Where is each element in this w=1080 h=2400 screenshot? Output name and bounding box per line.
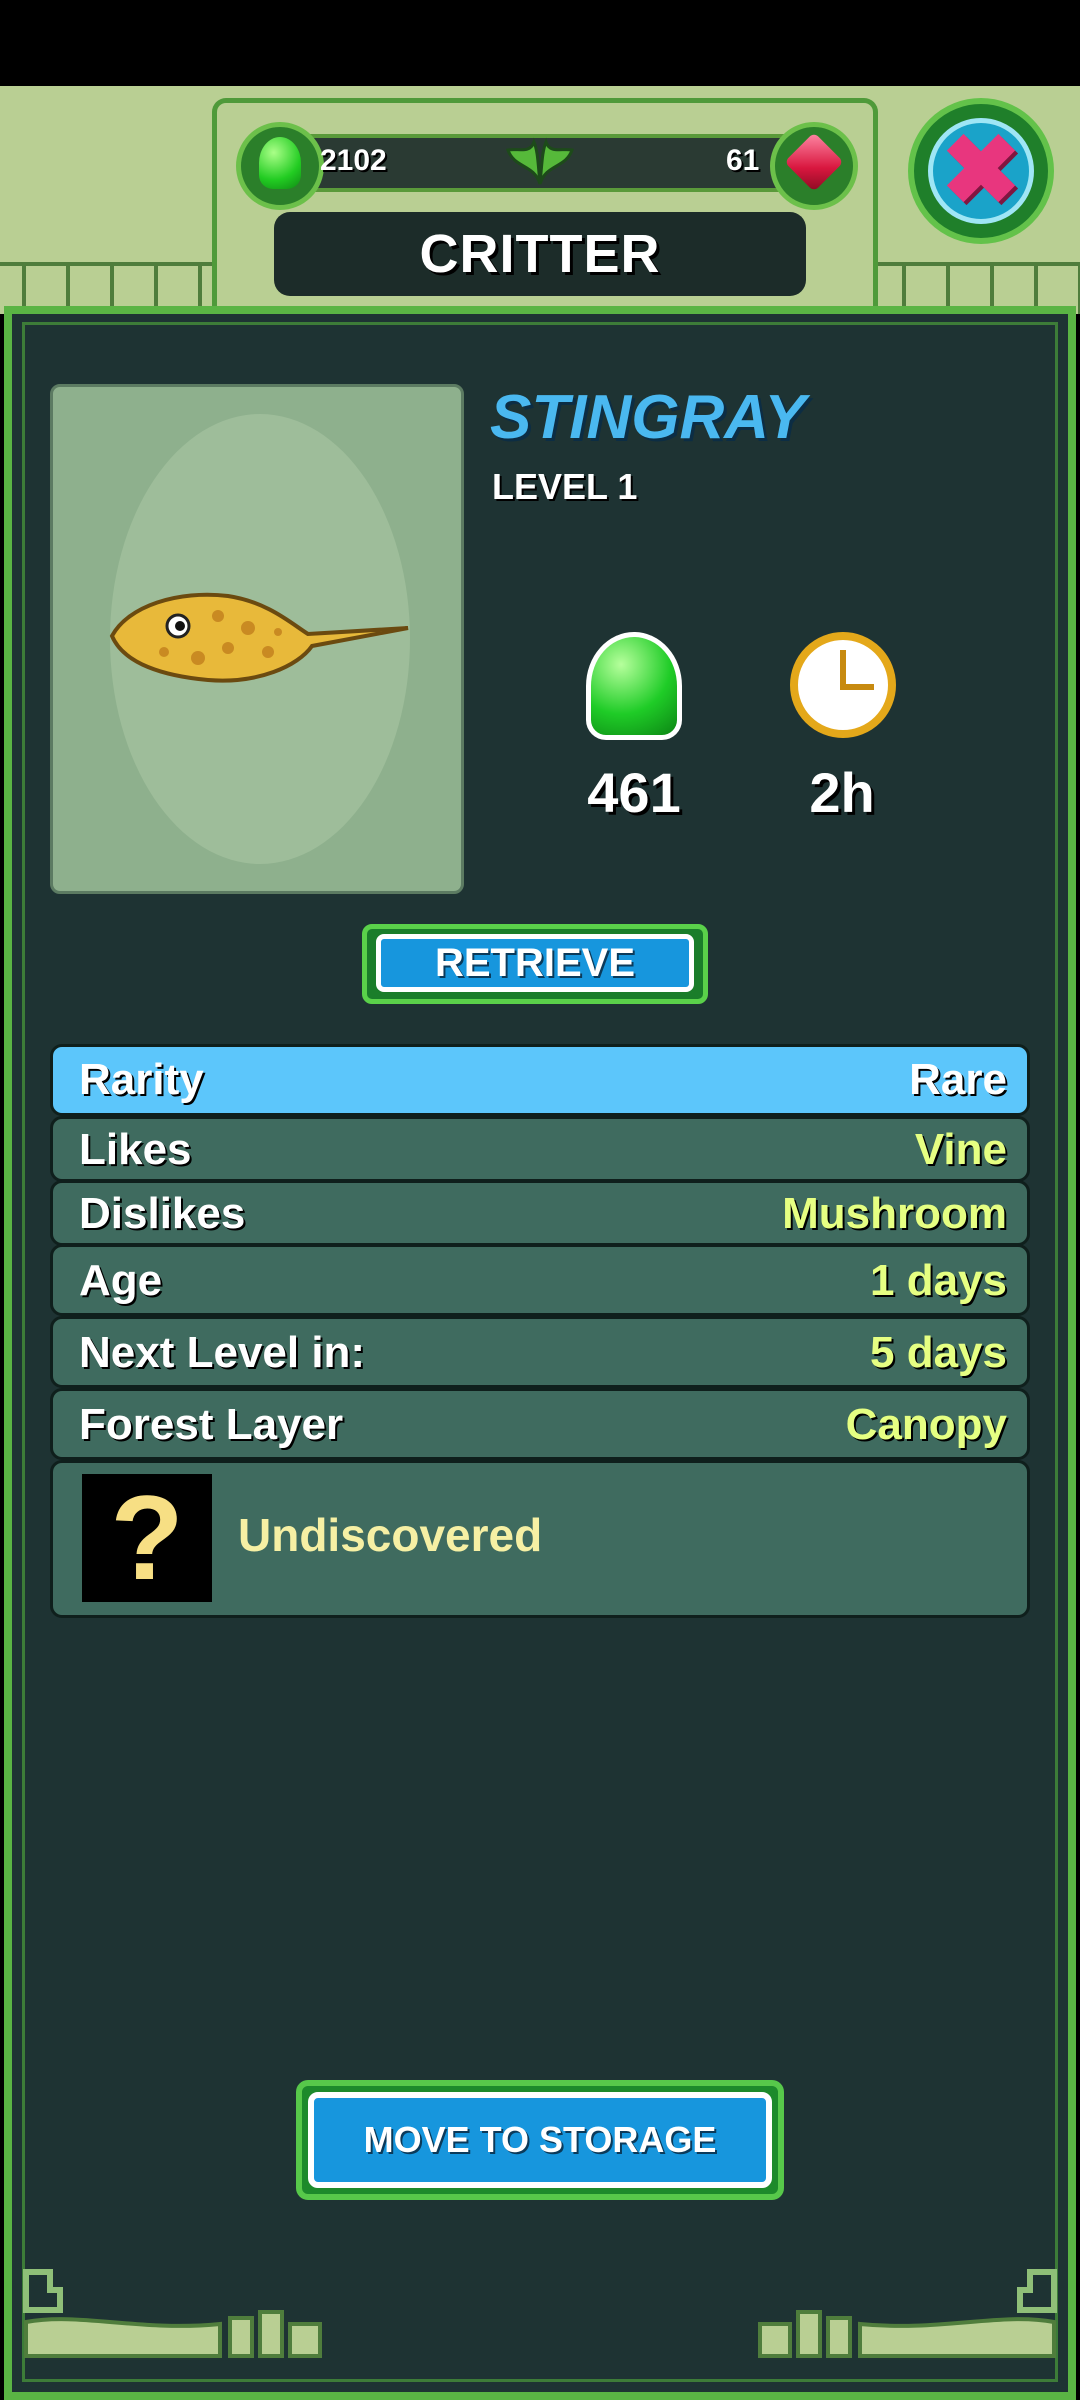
- jelly-icon: [236, 122, 324, 210]
- status-bar: [0, 0, 1080, 86]
- gem-icon: [770, 122, 858, 210]
- detail-value: Canopy: [845, 1400, 1007, 1449]
- detail-label: Rarity: [79, 1055, 204, 1104]
- detail-row-forest-layer: Forest Layer Canopy: [50, 1388, 1030, 1460]
- leaf-ornament-icon: [506, 137, 574, 185]
- jelly-icon: [586, 632, 682, 740]
- detail-label: Dislikes: [79, 1189, 246, 1238]
- page-title: CRITTER: [419, 224, 661, 284]
- detail-label: Next Level in:: [79, 1328, 366, 1377]
- detail-row-dislikes: Dislikes Mushroom: [50, 1180, 1030, 1246]
- detail-label: Age: [79, 1256, 163, 1305]
- footer-ornament-left: [23, 2269, 322, 2358]
- detail-value: Mushroom: [782, 1189, 1007, 1238]
- detail-value: Vine: [914, 1125, 1007, 1174]
- clock-hand: [840, 650, 846, 688]
- clock-hand: [840, 684, 874, 690]
- detail-row-age: Age 1 days: [50, 1244, 1030, 1316]
- jelly-count: 2102: [320, 144, 387, 177]
- detail-row-next-level: Next Level in: 5 days: [50, 1316, 1030, 1388]
- undiscovered-label: Undiscovered: [238, 1509, 543, 1561]
- move-to-storage-label[interactable]: MOVE TO STORAGE: [308, 2092, 772, 2188]
- footer-ornament-right: [758, 2269, 1057, 2358]
- detail-value: 1 days: [870, 1256, 1007, 1305]
- detail-row-rarity: Rarity Rare: [50, 1044, 1030, 1116]
- retrieve-button-label[interactable]: RETRIEVE: [376, 934, 694, 992]
- detail-value: Rare: [909, 1055, 1007, 1104]
- time-value: 2h: [809, 761, 875, 824]
- critter-name: STINGRAY: [490, 383, 806, 452]
- detail-label: Forest Layer: [79, 1400, 344, 1449]
- gem-count: 61: [726, 144, 760, 177]
- detail-row-likes: Likes Vine: [50, 1116, 1030, 1182]
- stingray-image: [109, 592, 409, 683]
- question-mark-icon: ?: [82, 1474, 212, 1602]
- jelly-value: 461: [587, 761, 681, 824]
- close-icon[interactable]: ✖: [928, 118, 1034, 224]
- detail-label: Likes: [79, 1125, 192, 1174]
- critter-level: LEVEL 1: [492, 466, 638, 507]
- detail-value: 5 days: [870, 1328, 1007, 1377]
